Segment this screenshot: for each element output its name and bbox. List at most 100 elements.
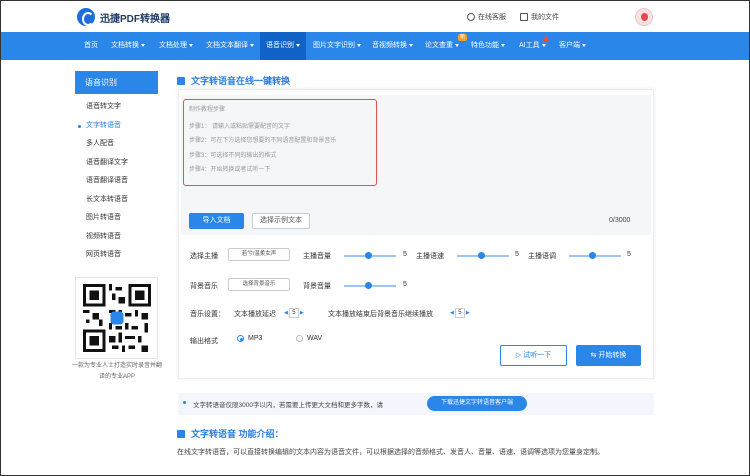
bgm-continue-stepper[interactable]: ◀ 5 ▶ bbox=[450, 308, 470, 318]
bgm-volume-value: 5 bbox=[403, 281, 407, 288]
music-settings-label: 音乐设置： bbox=[190, 311, 225, 318]
nav-ai-tools[interactable]: AI工具 bbox=[519, 32, 546, 60]
output-format-label: 输出格式 bbox=[190, 338, 218, 345]
char-counter: 0/3000 bbox=[609, 217, 631, 224]
nav-doc-process[interactable]: 文档处理 bbox=[159, 32, 193, 60]
sidebar-list: 语音转文字 文字转语音 多人配音 语音翻译文字 语音翻译语音 长文本转语音 图片… bbox=[75, 98, 158, 265]
format-wav-label: WAV bbox=[307, 335, 323, 342]
nav-thesis-check[interactable]: 论文查重 bbox=[425, 32, 459, 60]
limit-notice-text: 文字转语音仅限3000字以内，若需要上传更大文档和更多字数，请 bbox=[193, 402, 383, 409]
nav-doc-convert[interactable]: 文档转换 bbox=[111, 32, 145, 60]
hint-heading: 制作教程步骤 bbox=[189, 107, 226, 113]
pitch-label: 主播语调 bbox=[528, 253, 556, 260]
sidebar-item-speech-to-text[interactable]: 语音转文字 bbox=[75, 98, 158, 117]
nav-home[interactable]: 首页 bbox=[84, 32, 98, 60]
bullet-icon bbox=[183, 401, 186, 404]
pitch-slider-handle[interactable] bbox=[589, 252, 596, 259]
sidebar-item-speech-translate-speech[interactable]: 语音翻译语音 bbox=[75, 172, 158, 191]
start-convert-label: 开始转换 bbox=[598, 352, 627, 359]
play-delay-value[interactable]: 5 bbox=[288, 308, 299, 318]
my-files-label: 我的文件 bbox=[531, 14, 559, 21]
chevron-down-icon bbox=[250, 43, 254, 47]
online-service-label: 在线客服 bbox=[478, 14, 506, 21]
qr-code bbox=[75, 277, 158, 359]
nav-doc-translate[interactable]: 文档文本翻译 bbox=[206, 32, 254, 60]
format-wav-radio[interactable]: WAV bbox=[296, 335, 322, 342]
sidebar-item-webpage-to-speech[interactable]: 网页转语音 bbox=[75, 246, 158, 265]
hint-step-3: 步骤3：可选择不同的输出的格式 bbox=[189, 153, 277, 159]
top-header: 迅捷PDF转换器 在线客服 我的文件 bbox=[1, 1, 749, 32]
pitch-value: 5 bbox=[627, 251, 631, 258]
page-title-row: 文字转语音在线一键转换 bbox=[177, 74, 290, 87]
format-mp3-radio[interactable]: MP3 bbox=[237, 335, 262, 342]
speed-slider-handle[interactable] bbox=[478, 252, 485, 259]
start-convert-button[interactable]: ⇆ 开始转换 bbox=[576, 345, 641, 366]
hint-step-4: 步骤4：开始转换或者试听一下 bbox=[189, 167, 271, 173]
new-badge: 新 bbox=[458, 34, 468, 41]
headset-icon bbox=[467, 13, 475, 21]
decrement-icon[interactable]: ◀ bbox=[450, 310, 454, 316]
sidebar-header: 语音识别 bbox=[75, 71, 158, 94]
hot-icon bbox=[543, 35, 549, 41]
bgm-volume-label: 背景音量 bbox=[303, 283, 331, 290]
preview-label: 试听一下 bbox=[523, 352, 552, 359]
chevron-down-icon bbox=[189, 43, 193, 47]
title-icon bbox=[177, 76, 185, 85]
bgm-select-button[interactable]: 选择背景音乐 bbox=[228, 278, 290, 291]
main-nav: 首页 文档转换 文档处理 文档文本翻译 语音识别 图片文字识别 音视频转换 论文… bbox=[1, 32, 749, 60]
chevron-down-icon bbox=[501, 43, 505, 47]
qr-caption: 一款为专业人士打造实时录音并翻译的专业APP bbox=[71, 363, 162, 380]
nav-features[interactable]: 特色功能 bbox=[471, 32, 505, 60]
qr-code-image bbox=[82, 284, 151, 352]
site-logo[interactable]: 迅捷PDF转换器 bbox=[77, 8, 170, 26]
sidebar-item-speech-translate-text[interactable]: 语音翻译文字 bbox=[75, 154, 158, 173]
logo-text: 迅捷PDF转换器 bbox=[100, 13, 170, 25]
intro-title-row: 文字转语音 功能介绍： bbox=[177, 427, 284, 440]
chevron-down-icon bbox=[582, 43, 586, 47]
import-document-button[interactable]: 导入文档 bbox=[189, 213, 244, 229]
top-links: 在线客服 我的文件 bbox=[467, 12, 559, 22]
hint-step-1: 步骤1： 请输入或粘贴需要配音的文字 bbox=[189, 124, 291, 130]
intro-icon bbox=[177, 429, 185, 438]
sample-text-button[interactable]: 选择示例文本 bbox=[252, 213, 310, 229]
logo-icon bbox=[77, 8, 95, 26]
sidebar-item-long-text-to-speech[interactable]: 长文本转语音 bbox=[75, 191, 158, 210]
sidebar-item-text-to-speech[interactable]: 文字转语音 bbox=[75, 117, 158, 136]
online-service-link[interactable]: 在线客服 bbox=[467, 12, 506, 22]
decrement-icon[interactable]: ◀ bbox=[284, 310, 288, 316]
chevron-down-icon bbox=[541, 43, 546, 47]
bgm-volume-slider-handle[interactable] bbox=[365, 282, 372, 289]
chevron-down-icon bbox=[455, 43, 459, 47]
speed-label: 主播语速 bbox=[416, 253, 444, 260]
volume-slider-handle[interactable] bbox=[365, 252, 372, 259]
page-title: 文字转语音在线一键转换 bbox=[191, 76, 291, 86]
nav-client[interactable]: 客户端 bbox=[559, 32, 586, 60]
hint-step-2: 步骤2：可在下方选择您想要的不同语音配置和背景音乐 bbox=[189, 138, 337, 144]
sidebar-item-video-to-speech[interactable]: 视频转语音 bbox=[75, 228, 158, 247]
preview-button[interactable]: ▷ 试听一下 bbox=[500, 345, 567, 366]
format-mp3-label: MP3 bbox=[248, 335, 263, 342]
chevron-down-icon bbox=[296, 43, 300, 47]
file-icon bbox=[520, 13, 528, 21]
anchor-label: 选择主播 bbox=[190, 253, 218, 260]
intro-text: 在线文字转语音，可以直接转换编辑的文本内容为语音文件，可以根据选择的音频格式、发… bbox=[177, 449, 604, 456]
user-avatar[interactable] bbox=[635, 8, 653, 26]
speed-value: 5 bbox=[515, 251, 519, 258]
increment-icon[interactable]: ▶ bbox=[466, 310, 470, 316]
sidebar-item-multi-dubbing[interactable]: 多人配音 bbox=[75, 135, 158, 154]
bgm-continue-value[interactable]: 5 bbox=[454, 308, 465, 318]
intro-title: 文字转语音 功能介绍： bbox=[191, 429, 284, 439]
play-delay-stepper[interactable]: ◀ 5 ▶ bbox=[284, 308, 304, 318]
volume-label: 主播音量 bbox=[303, 253, 331, 260]
chevron-down-icon bbox=[141, 43, 145, 47]
nav-speech-recognition[interactable]: 语音识别 bbox=[260, 32, 306, 60]
download-client-button[interactable]: 下载迅捷文字转语音客户端 bbox=[427, 396, 527, 411]
chevron-down-icon bbox=[409, 43, 413, 47]
nav-av-convert[interactable]: 音视频转换 bbox=[372, 32, 413, 60]
my-files-link[interactable]: 我的文件 bbox=[520, 12, 559, 22]
anchor-select-button[interactable]: 若兮/温柔女声 bbox=[228, 248, 290, 261]
nav-image-ocr[interactable]: 图片文字识别 bbox=[313, 32, 361, 60]
increment-icon[interactable]: ▶ bbox=[300, 310, 304, 316]
sidebar-item-image-to-speech[interactable]: 图片转语音 bbox=[75, 209, 158, 228]
page: 迅捷PDF转换器 在线客服 我的文件 首页 文档转换 文档处理 文档文本翻译 语… bbox=[0, 0, 750, 476]
